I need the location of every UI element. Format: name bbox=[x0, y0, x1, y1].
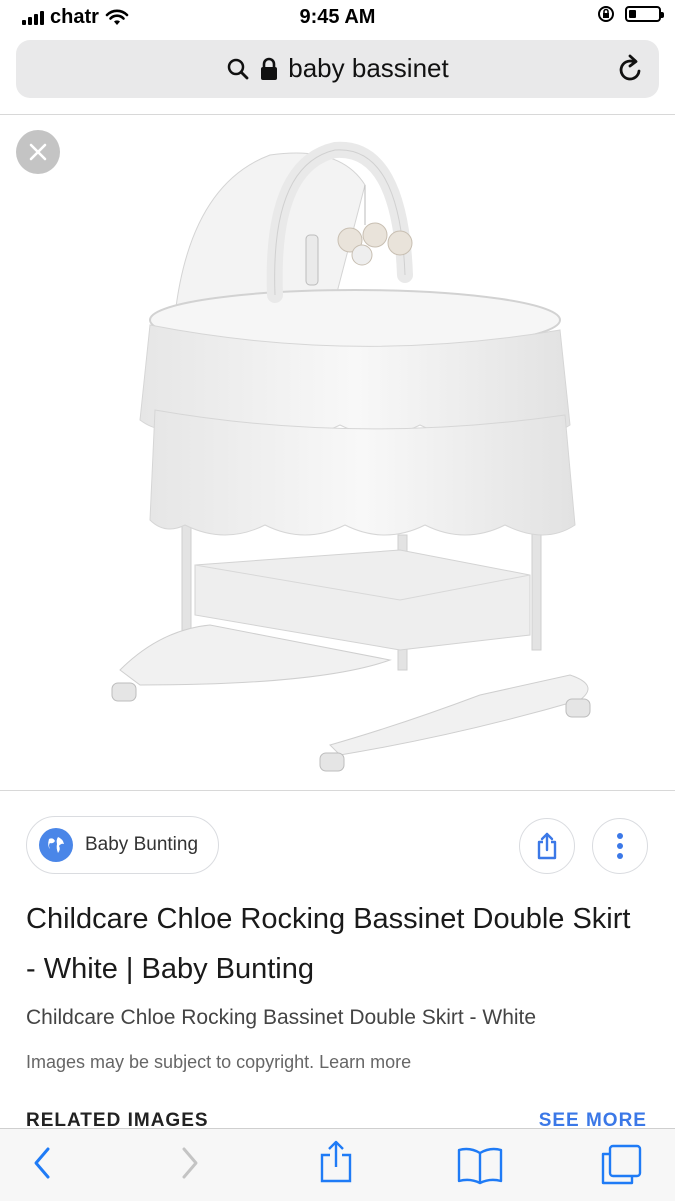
clock: 9:45 AM bbox=[299, 6, 376, 28]
tabs-icon[interactable] bbox=[598, 1143, 644, 1187]
source-chip[interactable]: Baby Bunting bbox=[26, 816, 219, 874]
lock-icon bbox=[261, 57, 278, 80]
result-subtitle: Childcare Chloe Rocking Bassinet Double … bbox=[26, 1006, 537, 1029]
search-icon bbox=[228, 58, 249, 79]
bookmarks-icon[interactable] bbox=[456, 1145, 504, 1185]
share-icon bbox=[537, 832, 557, 860]
more-vertical-icon bbox=[617, 833, 623, 859]
status-bar: chatr 9:45 AM bbox=[0, 0, 675, 34]
source-name: Baby Bunting bbox=[85, 834, 199, 855]
share-button[interactable] bbox=[519, 818, 575, 874]
close-icon bbox=[29, 143, 47, 161]
forward-icon[interactable] bbox=[178, 1145, 202, 1181]
bottom-toolbar bbox=[0, 1128, 675, 1201]
bassinet-image bbox=[111, 141, 591, 772]
result-title[interactable]: Childcare Chloe Rocking Bassinet Double … bbox=[26, 894, 646, 994]
globe-icon bbox=[39, 828, 73, 862]
back-icon[interactable] bbox=[30, 1145, 54, 1181]
close-button[interactable] bbox=[16, 130, 60, 174]
share-icon[interactable] bbox=[318, 1139, 354, 1185]
copyright-note[interactable]: Images may be subject to copyright. Lear… bbox=[26, 1052, 411, 1073]
more-options-button[interactable] bbox=[592, 818, 648, 874]
battery-icon bbox=[625, 6, 664, 22]
address-query[interactable]: baby bassinet bbox=[288, 53, 448, 84]
result-image[interactable] bbox=[0, 115, 675, 790]
reload-icon[interactable] bbox=[617, 54, 645, 84]
address-bar[interactable]: baby bassinet bbox=[16, 40, 659, 98]
divider bbox=[0, 790, 675, 791]
rotation-lock-icon bbox=[598, 6, 614, 22]
